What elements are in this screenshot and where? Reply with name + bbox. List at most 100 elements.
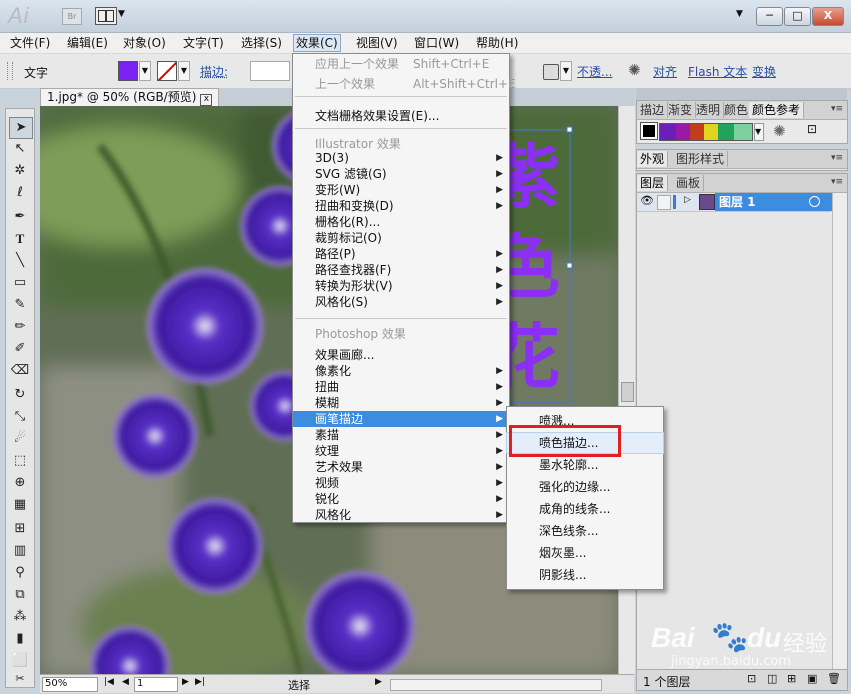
effect-menu-item[interactable]: 锐化 ▶ bbox=[293, 491, 509, 507]
panel-menu-icon[interactable]: ▾≡ bbox=[831, 177, 843, 187]
new-layer-icon[interactable]: ▣ bbox=[807, 672, 817, 685]
tab-graphic-styles[interactable]: 图形样式 bbox=[673, 151, 729, 167]
new-sublayer-icon[interactable]: ⊞ bbox=[787, 672, 796, 685]
menu-view[interactable]: 视图(V) bbox=[354, 35, 400, 51]
first-page-icon[interactable]: |◀ bbox=[104, 677, 114, 687]
tab-gradient[interactable]: 渐变 bbox=[665, 102, 697, 118]
effect-menu-item[interactable]: 素描 ▶ bbox=[293, 427, 509, 443]
type-tool-icon[interactable]: T bbox=[9, 229, 31, 249]
effect-menu-item[interactable]: 裁剪标记(O) bbox=[293, 230, 509, 246]
transform-link[interactable]: 变换 bbox=[752, 63, 776, 80]
style-icon[interactable] bbox=[543, 64, 559, 80]
lasso-tool-icon[interactable]: ℓ bbox=[9, 183, 31, 203]
base-color-swatch[interactable] bbox=[640, 122, 658, 140]
recolor-artwork-icon[interactable]: ✺ bbox=[773, 122, 786, 140]
scrollbar-thumb[interactable] bbox=[621, 382, 634, 402]
layers-scrollbar[interactable] bbox=[832, 193, 847, 669]
expand-triangle-icon[interactable]: ▷ bbox=[684, 195, 691, 205]
menu-file[interactable]: 文件(F) bbox=[8, 35, 52, 51]
perspective-grid-tool-icon[interactable]: ▦ bbox=[9, 495, 31, 515]
fill-dropdown-icon[interactable]: ▼ bbox=[139, 61, 151, 81]
tab-transparency[interactable]: 透明 bbox=[693, 102, 725, 118]
direct-selection-tool-icon[interactable]: ↖ bbox=[9, 139, 31, 159]
slice-tool-icon[interactable]: ✂ bbox=[9, 669, 31, 689]
effect-menu-item[interactable]: SVG 滤镜(G) ▶ bbox=[293, 166, 509, 182]
effect-menu-item[interactable]: 艺术效果 ▶ bbox=[293, 459, 509, 475]
page-input[interactable]: 1 bbox=[134, 677, 178, 692]
effect-menu-item[interactable]: 3D(3) ▶ bbox=[293, 150, 509, 166]
selection-tool-icon[interactable]: ➤ bbox=[9, 117, 33, 139]
style-dropdown-icon[interactable]: ▼ bbox=[560, 61, 572, 81]
free-transform-tool-icon[interactable]: ⬚ bbox=[9, 451, 31, 471]
effect-menu-item[interactable]: 风格化 ▶ bbox=[293, 507, 509, 523]
tab-stroke[interactable]: 描边 bbox=[637, 102, 669, 118]
stroke-swatch[interactable] bbox=[157, 61, 177, 81]
horizontal-scrollbar[interactable] bbox=[390, 679, 602, 691]
column-graph-tool-icon[interactable]: ▮ bbox=[9, 629, 31, 649]
menu-type[interactable]: 文字(T) bbox=[181, 35, 226, 51]
tab-appearance[interactable]: 外观 bbox=[637, 151, 669, 167]
menu-effect[interactable]: 效果(C) bbox=[293, 34, 341, 52]
eyedropper-tool-icon[interactable]: ⚲ bbox=[9, 563, 31, 583]
flash-text-link[interactable]: Flash 文本 bbox=[688, 63, 747, 80]
panel-menu-icon[interactable]: ▾≡ bbox=[831, 104, 843, 114]
lock-toggle[interactable] bbox=[657, 195, 671, 210]
zoom-select[interactable]: 50% bbox=[42, 677, 98, 692]
brush-submenu-item[interactable]: 烟灰墨... bbox=[507, 545, 663, 561]
document-tab[interactable]: 1.jpg* @ 50% (RGB/预览) x bbox=[40, 88, 220, 106]
chevron-down-icon[interactable]: ▼ bbox=[118, 9, 125, 19]
effect-menu-item[interactable]: 风格化(S) ▶ bbox=[293, 294, 509, 310]
effect-menu-item[interactable]: 栅格化(R)... bbox=[293, 214, 509, 230]
effect-menu-item[interactable]: 转换为形状(V) ▶ bbox=[293, 278, 509, 294]
scale-tool-icon[interactable]: ⤡ bbox=[9, 407, 31, 427]
tab-artboards[interactable]: 画板 bbox=[673, 175, 705, 191]
effect-menu-item[interactable]: 像素化 ▶ bbox=[293, 363, 509, 379]
stroke-dropdown-icon[interactable]: ▼ bbox=[178, 61, 190, 81]
status-menu-icon[interactable]: ▶ bbox=[375, 677, 382, 687]
brush-submenu-item[interactable]: 深色线条... bbox=[507, 523, 663, 539]
symbol-sprayer-tool-icon[interactable]: ⁂ bbox=[9, 607, 31, 627]
last-page-icon[interactable]: ▶| bbox=[195, 677, 205, 687]
mesh-tool-icon[interactable]: ⊞ bbox=[9, 519, 31, 539]
blend-tool-icon[interactable]: ⧉ bbox=[9, 585, 31, 605]
close-button[interactable]: X bbox=[812, 7, 844, 26]
effect-menu-item[interactable]: 画笔描边 ▶ bbox=[293, 411, 509, 427]
paintbrush-tool-icon[interactable]: ✎ bbox=[9, 295, 31, 315]
minimize-button[interactable]: ─ bbox=[756, 7, 783, 26]
effect-menu-item[interactable]: 路径(P) ▶ bbox=[293, 246, 509, 262]
tab-color[interactable]: 颜色 bbox=[721, 102, 753, 118]
effect-menu-item[interactable]: 视频 ▶ bbox=[293, 475, 509, 491]
pen-tool-icon[interactable]: ✒ bbox=[9, 207, 31, 227]
effect-menu-item[interactable]: 效果画廊... bbox=[293, 347, 509, 363]
close-icon[interactable]: x bbox=[200, 94, 213, 106]
layer-row[interactable]: 👁 ▷ 图层 1 bbox=[637, 193, 835, 212]
menu-object[interactable]: 对象(O) bbox=[121, 35, 168, 51]
rotate-tool-icon[interactable]: ↻ bbox=[9, 385, 31, 405]
recolor-gear-icon[interactable]: ✺ bbox=[628, 61, 641, 79]
menu-select[interactable]: 选择(S) bbox=[239, 35, 284, 51]
brush-submenu-item[interactable]: 成角的线条... bbox=[507, 501, 663, 517]
opacity-link[interactable]: 不透... bbox=[577, 63, 612, 80]
workspace-chevron-icon[interactable]: ▼ bbox=[736, 9, 743, 19]
eye-icon[interactable]: 👁 bbox=[640, 194, 654, 207]
effect-menu-item[interactable]: 模糊 ▶ bbox=[293, 395, 509, 411]
line-tool-icon[interactable]: ╲ bbox=[9, 251, 31, 271]
trash-icon[interactable]: 🗑 bbox=[827, 672, 841, 685]
bridge-button[interactable]: Br bbox=[62, 8, 82, 25]
menu-edit[interactable]: 编辑(E) bbox=[65, 35, 110, 51]
target-icon[interactable] bbox=[809, 196, 820, 207]
tab-color-guide[interactable]: 颜色参考 bbox=[749, 102, 805, 118]
effect-menu-item[interactable]: 变形(W) ▶ bbox=[293, 182, 509, 198]
arrange-documents-button[interactable] bbox=[95, 7, 117, 25]
harmony-dropdown-icon[interactable]: ▼ bbox=[754, 123, 764, 141]
clipping-mask-icon[interactable]: ◫ bbox=[767, 672, 777, 685]
effect-menu-item[interactable]: 扭曲 ▶ bbox=[293, 379, 509, 395]
brush-submenu-item[interactable]: 墨水轮廓... bbox=[507, 457, 663, 473]
effect-menu-item[interactable]: 扭曲和变换(D) ▶ bbox=[293, 198, 509, 214]
effect-menu-item[interactable]: 纹理 ▶ bbox=[293, 443, 509, 459]
prev-page-icon[interactable]: ◀ bbox=[122, 677, 129, 687]
next-page-icon[interactable]: ▶ bbox=[182, 677, 189, 687]
harmony-swatch-strip[interactable] bbox=[659, 123, 753, 141]
gradient-tool-icon[interactable]: ▥ bbox=[9, 541, 31, 561]
menu-help[interactable]: 帮助(H) bbox=[474, 35, 520, 51]
